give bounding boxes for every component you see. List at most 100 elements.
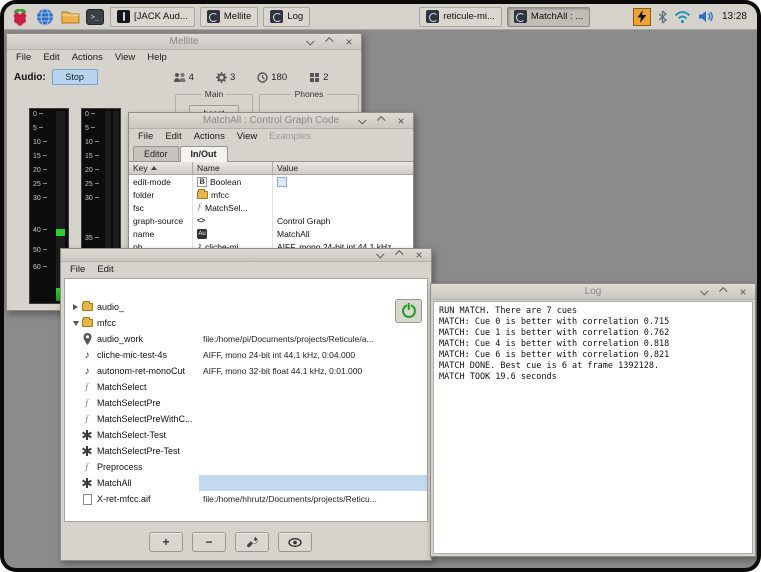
tree-row[interactable]: autonom-ret-monoCut AIFF, mono 32-bit fl… [65,363,427,379]
tree-row[interactable]: MatchSelectPreWithC... [65,411,427,427]
file-manager-icon[interactable] [60,7,80,27]
remove-button[interactable]: − [192,532,226,552]
minimize-button[interactable] [306,37,316,47]
menu-edit[interactable]: Edit [37,52,65,63]
edit-mode-checkbox[interactable] [277,177,287,187]
close-button[interactable]: × [396,116,406,126]
menu-examples[interactable]: Examples [263,131,317,142]
table-row[interactable]: name MatchAll [129,227,413,240]
tree-row[interactable]: X-ret-mfcc.aif file:/home/hhrutz/Documen… [65,491,427,507]
grid-icon [309,72,320,83]
header-label: Name [197,163,220,173]
control-icon [80,478,94,488]
table-row[interactable]: graph-source Control Graph [129,214,413,227]
row-label: audio_ [97,302,124,312]
column-header-key[interactable]: Key [129,162,193,174]
meter-tick-label: 5 [85,125,95,132]
meter-tick-label: 50 [33,247,47,254]
terminal-launcher[interactable] [85,7,105,27]
chevron-down-icon [306,37,314,45]
location-pin-icon [80,333,94,345]
menu-edit[interactable]: Edit [159,131,187,142]
menu-view[interactable]: View [109,52,141,63]
close-button[interactable]: × [344,37,354,47]
raspberry-menu-icon[interactable] [10,7,30,27]
taskbar-task-matchall[interactable]: MatchAll : ... [507,7,590,27]
table-row[interactable]: folder mfcc [129,188,413,201]
low-voltage-warning-icon[interactable] [633,8,651,26]
close-button[interactable]: × [414,250,424,260]
menu-help[interactable]: Help [141,52,173,63]
meter-tick-label: 10 [85,139,99,146]
expander-collapsed-icon[interactable] [71,304,80,310]
control-icon [80,446,94,456]
bluetooth-icon[interactable] [658,10,667,24]
tree-row[interactable]: audio_work file:/home/pi/Documents/proje… [65,331,427,347]
taskbar-task-jack[interactable]: [JACK Aud... [110,7,195,27]
tab-in-out[interactable]: In/Out [180,146,228,161]
tab-editor[interactable]: Editor [133,146,179,161]
tree-row-selected[interactable]: MatchAll [65,475,427,491]
menu-file[interactable]: File [64,264,91,275]
fscape-icon [80,462,94,473]
menu-view[interactable]: View [231,131,263,142]
tree-row[interactable]: audio_ [65,299,427,315]
table-row[interactable]: fsc MatchSel... [129,201,413,214]
tree-row[interactable]: MatchSelect [65,379,427,395]
matchall-titlebar[interactable]: MatchAll : Control Graph Code × [129,113,413,129]
matchall-tabbar: Editor In/Out [129,144,413,162]
row-label: audio_work [97,334,143,344]
value-cell: Control Graph [273,214,413,227]
value-cell: MatchAll [273,227,413,240]
minimize-button[interactable] [376,250,386,260]
browser-titlebar[interactable]: × [61,249,431,262]
maximize-button[interactable] [719,287,729,297]
edit-button[interactable] [235,532,269,552]
log-titlebar[interactable]: Log × [431,284,755,300]
log-line: RUN MATCH. There are 7 cues [439,306,747,317]
log-output[interactable]: RUN MATCH. There are 7 cues MATCH: Cue 0… [433,301,753,554]
tree-row[interactable]: Preprocess [65,459,427,475]
volume-icon[interactable] [698,10,715,23]
menu-actions[interactable]: Actions [188,131,231,142]
expander-expanded-icon[interactable] [71,321,80,326]
taskbar-task-log[interactable]: Log [263,7,310,27]
name-cell: MatchSel... [193,201,273,214]
menu-actions[interactable]: Actions [66,52,109,63]
maximize-button[interactable] [325,37,335,47]
taskbar-task-mellite[interactable]: Mellite [200,7,258,27]
add-button[interactable]: + [149,532,183,552]
wifi-icon[interactable] [674,10,691,23]
mellite-titlebar[interactable]: Mellite × [7,34,361,50]
tree-row[interactable]: MatchSelect-Test [65,427,427,443]
menu-file[interactable]: File [132,131,159,142]
tree-row[interactable]: MatchSelectPre-Test [65,443,427,459]
maximize-button[interactable] [395,250,405,260]
menu-file[interactable]: File [10,52,37,63]
tree-row[interactable]: mfcc [65,315,427,331]
close-icon: × [345,36,352,48]
table-row[interactable]: edit-mode Boolean [129,175,413,188]
tree-row[interactable]: MatchSelectPre [65,395,427,411]
meter-peak [56,229,65,236]
minimize-button[interactable] [700,287,710,297]
log-line: MATCH: Cue 0 is better with correlation … [439,317,747,328]
menu-edit[interactable]: Edit [91,264,119,275]
workspace-browser-window: × File Edit audio_ mfcc [60,248,432,561]
boot-server-button[interactable] [395,299,422,323]
close-button[interactable]: × [738,287,748,297]
maximize-button[interactable] [377,116,387,126]
tree-row[interactable]: cliche-mic-test-4s AIFF, mono 24-bit int… [65,347,427,363]
taskbar-task-reticule[interactable]: reticule-mi... [419,7,502,27]
audio-stop-button[interactable]: Stop [52,69,98,85]
web-browser-globe-icon[interactable] [35,7,55,27]
column-header-name[interactable]: Name [193,162,273,174]
row-detail: file:/home/pi/Documents/projects/Reticul… [203,334,374,344]
globe-icon [36,8,54,26]
column-header-value[interactable]: Value [273,162,413,174]
log-line: MATCH: Cue 6 is better with correlation … [439,350,747,361]
view-button[interactable] [278,532,312,552]
main-group-label: Main [202,89,226,99]
minimize-button[interactable] [358,116,368,126]
task-label: reticule-mi... [443,11,495,22]
